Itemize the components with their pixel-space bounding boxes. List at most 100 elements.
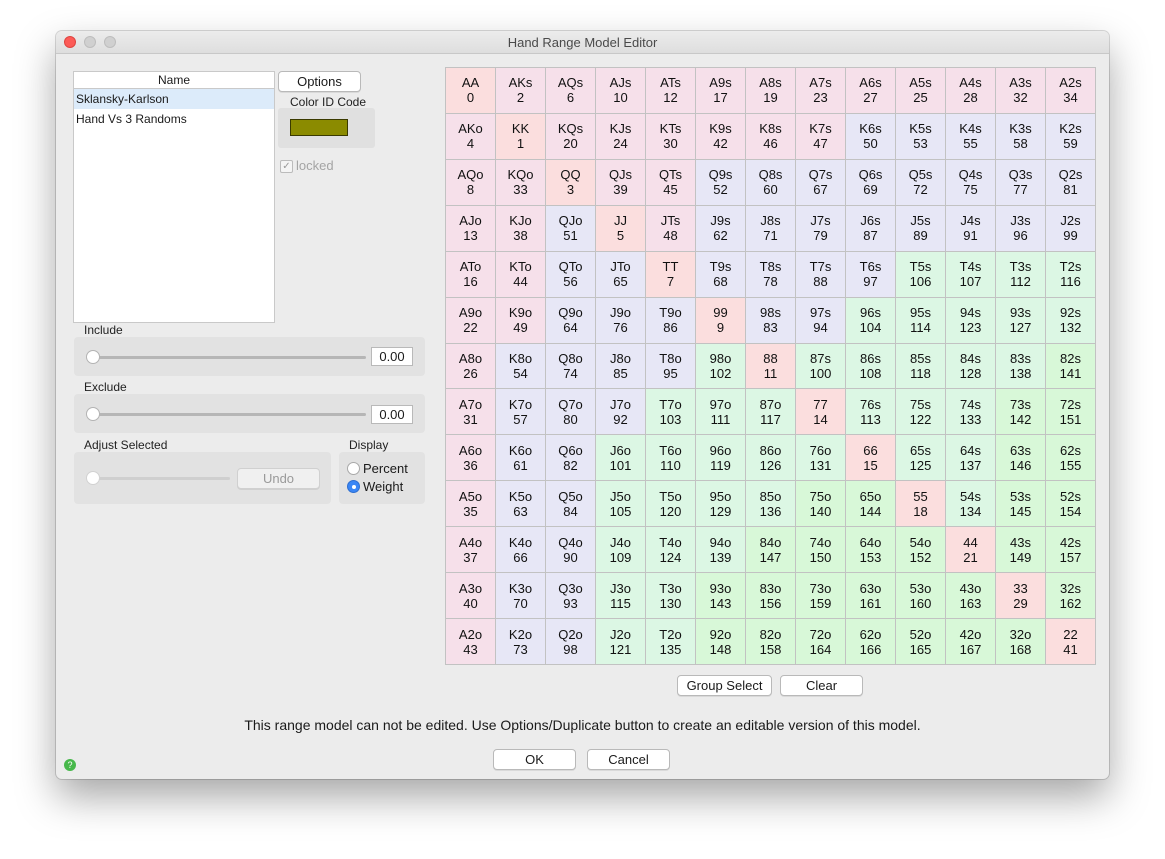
- hand-cell[interactable]: 62s 155: [1046, 435, 1095, 481]
- exclude-slider-track[interactable]: [88, 413, 366, 416]
- hand-cell[interactable]: A8o 26: [446, 343, 495, 389]
- hand-cell[interactable]: 75s 122: [896, 389, 945, 435]
- hand-cell[interactable]: KTo 44: [496, 251, 545, 297]
- weight-radio[interactable]: Weight: [347, 479, 403, 494]
- hand-cell[interactable]: Q5o 84: [546, 481, 595, 527]
- clear-button[interactable]: Clear: [780, 675, 863, 696]
- hand-cell[interactable]: Q9s 52: [696, 159, 745, 205]
- percent-radio[interactable]: Percent: [347, 461, 408, 476]
- hand-cell[interactable]: Q4o 90: [546, 527, 595, 573]
- hand-cell[interactable]: K5s 53: [896, 113, 945, 159]
- hand-cell[interactable]: 64s 137: [946, 435, 995, 481]
- hand-cell[interactable]: 85s 118: [896, 343, 945, 389]
- hand-cell[interactable]: T8o 95: [646, 343, 695, 389]
- hand-cell[interactable]: A4o 37: [446, 527, 495, 573]
- hand-cell[interactable]: 93s 127: [996, 297, 1045, 343]
- hand-cell[interactable]: K7s 47: [796, 113, 845, 159]
- hand-cell[interactable]: K9o 49: [496, 297, 545, 343]
- hand-cell[interactable]: 76o 131: [796, 435, 845, 481]
- hand-cell[interactable]: QJs 39: [596, 159, 645, 205]
- hand-cell[interactable]: 97s 94: [796, 297, 845, 343]
- hand-cell[interactable]: 98o 102: [696, 343, 745, 389]
- hand-cell[interactable]: Q9o 64: [546, 297, 595, 343]
- hand-cell[interactable]: AJs 10: [596, 68, 645, 113]
- hand-cell[interactable]: 82s 141: [1046, 343, 1095, 389]
- hand-cell[interactable]: T2s 116: [1046, 251, 1095, 297]
- hand-cell[interactable]: AQo 8: [446, 159, 495, 205]
- hand-cell[interactable]: J3s 96: [996, 205, 1045, 251]
- hand-cell[interactable]: 33 29: [996, 573, 1045, 619]
- hand-cell[interactable]: 74s 133: [946, 389, 995, 435]
- hand-cell[interactable]: T4s 107: [946, 251, 995, 297]
- hand-cell[interactable]: 43s 149: [996, 527, 1045, 573]
- list-item[interactable]: Hand Vs 3 Randoms: [74, 109, 274, 129]
- hand-cell[interactable]: 54s 134: [946, 481, 995, 527]
- hand-cell[interactable]: 62o 166: [846, 619, 895, 664]
- include-value-field[interactable]: 0.00: [371, 347, 413, 366]
- hand-cell[interactable]: 84s 128: [946, 343, 995, 389]
- hand-cell[interactable]: 95s 114: [896, 297, 945, 343]
- hand-cell[interactable]: 86o 126: [746, 435, 795, 481]
- hand-cell[interactable]: 88 11: [746, 343, 795, 389]
- hand-cell[interactable]: K6o 61: [496, 435, 545, 481]
- exclude-value-field[interactable]: 0.00: [371, 405, 413, 424]
- hand-cell[interactable]: 94s 123: [946, 297, 995, 343]
- hand-cell[interactable]: J4s 91: [946, 205, 995, 251]
- hand-cell[interactable]: J5o 105: [596, 481, 645, 527]
- adjust-slider-track[interactable]: [88, 477, 230, 480]
- hand-cell[interactable]: J9o 76: [596, 297, 645, 343]
- hand-cell[interactable]: J3o 115: [596, 573, 645, 619]
- hand-cell[interactable]: J2s 99: [1046, 205, 1095, 251]
- hand-cell[interactable]: A8s 19: [746, 68, 795, 113]
- hand-cell[interactable]: 54o 152: [896, 527, 945, 573]
- hand-cell[interactable]: A3o 40: [446, 573, 495, 619]
- exclude-slider-knob[interactable]: [86, 407, 100, 421]
- hand-cell[interactable]: 64o 153: [846, 527, 895, 573]
- hand-cell[interactable]: 97o 111: [696, 389, 745, 435]
- hand-cell[interactable]: 74o 150: [796, 527, 845, 573]
- hand-cell[interactable]: 94o 139: [696, 527, 745, 573]
- hand-cell[interactable]: 85o 136: [746, 481, 795, 527]
- hand-cell[interactable]: ATo 16: [446, 251, 495, 297]
- hand-cell[interactable]: T9o 86: [646, 297, 695, 343]
- hand-cell[interactable]: 92o 148: [696, 619, 745, 664]
- hand-cell[interactable]: 63o 161: [846, 573, 895, 619]
- hand-cell[interactable]: T7o 103: [646, 389, 695, 435]
- hand-cell[interactable]: K6s 50: [846, 113, 895, 159]
- hand-cell[interactable]: 66 15: [846, 435, 895, 481]
- undo-button[interactable]: Undo: [237, 468, 320, 489]
- hand-cell[interactable]: T4o 124: [646, 527, 695, 573]
- model-list-header[interactable]: Name: [74, 72, 274, 89]
- hand-cell[interactable]: 77 14: [796, 389, 845, 435]
- hand-cell[interactable]: 53o 160: [896, 573, 945, 619]
- hand-cell[interactable]: Q3s 77: [996, 159, 1045, 205]
- hand-cell[interactable]: 99 9: [696, 297, 745, 343]
- hand-cell[interactable]: A5s 25: [896, 68, 945, 113]
- hand-cell[interactable]: 73s 142: [996, 389, 1045, 435]
- hand-cell[interactable]: K9s 42: [696, 113, 745, 159]
- hand-cell[interactable]: 95o 129: [696, 481, 745, 527]
- hand-cell[interactable]: K3o 70: [496, 573, 545, 619]
- hand-cell[interactable]: J7s 79: [796, 205, 845, 251]
- hand-cell[interactable]: A9s 17: [696, 68, 745, 113]
- hand-cell[interactable]: JTs 48: [646, 205, 695, 251]
- hand-cell[interactable]: 96o 119: [696, 435, 745, 481]
- hand-cell[interactable]: ATs 12: [646, 68, 695, 113]
- hand-cell[interactable]: 53s 145: [996, 481, 1045, 527]
- color-swatch[interactable]: [290, 119, 348, 136]
- hand-cell[interactable]: J7o 92: [596, 389, 645, 435]
- hand-cell[interactable]: 75o 140: [796, 481, 845, 527]
- hand-cell[interactable]: 55 18: [896, 481, 945, 527]
- hand-cell[interactable]: 82o 158: [746, 619, 795, 664]
- hand-cell[interactable]: AJo 13: [446, 205, 495, 251]
- hand-cell[interactable]: 42o 167: [946, 619, 995, 664]
- include-slider-knob[interactable]: [86, 350, 100, 364]
- hand-cell[interactable]: 92s 132: [1046, 297, 1095, 343]
- hand-cell[interactable]: A7s 23: [796, 68, 845, 113]
- hand-cell[interactable]: T9s 68: [696, 251, 745, 297]
- cancel-button[interactable]: Cancel: [587, 749, 670, 770]
- hand-cell[interactable]: Q8o 74: [546, 343, 595, 389]
- hand-cell[interactable]: Q2o 98: [546, 619, 595, 664]
- hand-cell[interactable]: KJs 24: [596, 113, 645, 159]
- hand-cell[interactable]: J5s 89: [896, 205, 945, 251]
